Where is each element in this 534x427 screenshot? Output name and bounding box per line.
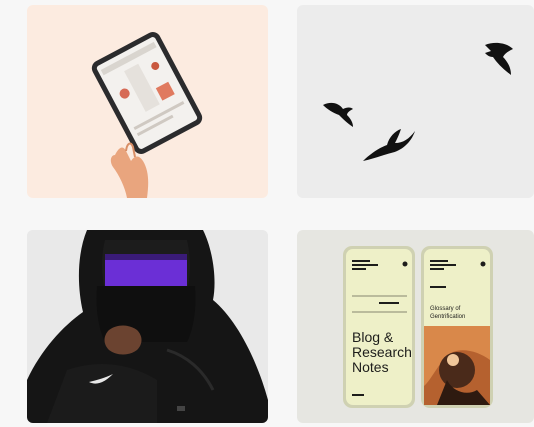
- tablet-illustration: [91, 32, 203, 198]
- phones-illustration: Blog & Research Notes Glossary of Gentri…: [343, 246, 493, 408]
- gallery-tile-phone-mockups[interactable]: Blog & Research Notes Glossary of Gentri…: [297, 230, 534, 423]
- image-gallery: Blog & Research Notes Glossary of Gentri…: [0, 0, 534, 427]
- phone-left-headline-line2: Research: [352, 344, 412, 360]
- birds-illustration: [323, 42, 513, 161]
- hooded-figure-illustration: [27, 230, 268, 423]
- gallery-tile-tablet[interactable]: [27, 5, 268, 198]
- phone-right: Glossary of Gentrification: [421, 246, 493, 408]
- phone-right-headline-line2: Gentrification: [430, 314, 465, 320]
- phone-left: Blog & Research Notes: [343, 246, 415, 408]
- phone-left-headline-line3: Notes: [352, 359, 389, 375]
- phone-right-headline-line1: Glossary of: [430, 306, 461, 312]
- gallery-tile-hooded-figure[interactable]: [27, 230, 268, 423]
- phone-left-headline-line1: Blog &: [352, 329, 394, 345]
- gallery-tile-birds[interactable]: [297, 5, 534, 198]
